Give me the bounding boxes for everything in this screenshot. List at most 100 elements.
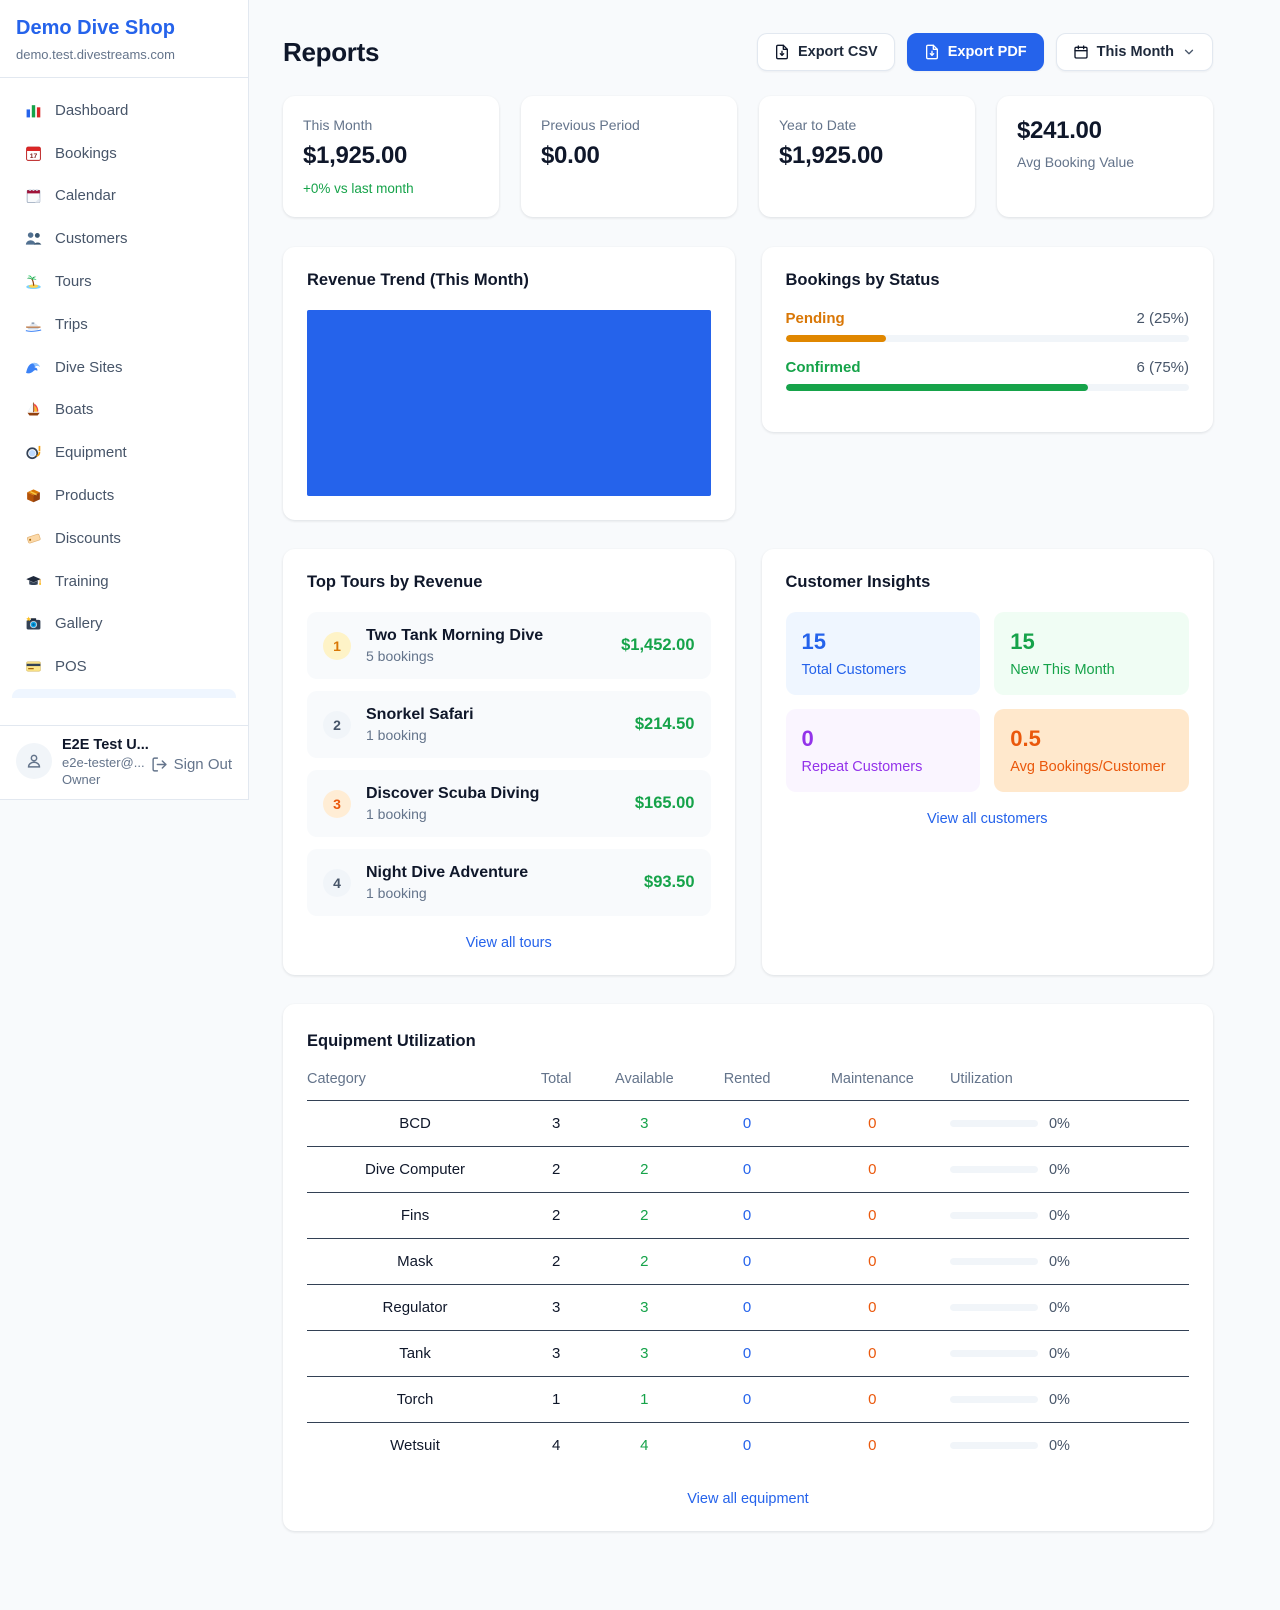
status-count: 6 (75%) — [1136, 359, 1189, 376]
sidebar-item-gallery[interactable]: Gallery — [12, 603, 236, 646]
cell-available: 2 — [589, 1193, 699, 1239]
sidebar-item-equipment[interactable]: Equipment — [12, 431, 236, 474]
sidebar-item-training[interactable]: Training — [12, 560, 236, 603]
charts-row: Revenue Trend (This Month) Bookings by S… — [283, 247, 1213, 520]
bookings-by-status-card: Bookings by Status Pending 2 (25%) Confi… — [762, 247, 1214, 432]
sidebar-item-calendar[interactable]: Calendar — [12, 175, 236, 218]
sidebar-item-discounts[interactable]: Discounts — [12, 517, 236, 560]
cell-total: 3 — [523, 1285, 589, 1331]
cell-maintenance: 0 — [795, 1331, 950, 1377]
utilization-bar — [950, 1442, 1038, 1449]
revenue-trend-card: Revenue Trend (This Month) — [283, 247, 735, 520]
page-title: Reports — [283, 37, 379, 68]
column-header-available: Available — [589, 1071, 699, 1101]
sidebar-item-products[interactable]: Products — [12, 474, 236, 517]
rank-badge: 1 — [323, 632, 351, 660]
sign-out-button[interactable]: Sign Out — [151, 756, 232, 773]
insight-label: New This Month — [1010, 662, 1173, 678]
cell-rented: 0 — [699, 1147, 794, 1193]
stat-value: $0.00 — [541, 142, 717, 170]
stat-value: $1,925.00 — [303, 142, 479, 170]
sailboat-icon — [24, 401, 42, 419]
utilization-bar — [950, 1212, 1038, 1219]
period-dropdown[interactable]: This Month — [1056, 33, 1213, 71]
cell-utilization: 0% — [950, 1331, 1189, 1377]
sidebar-item-label: Equipment — [55, 444, 127, 461]
tour-row: 3 Discover Scuba Diving 1 booking $165.0… — [307, 770, 711, 837]
table-row: Tank 3 3 0 0 0% — [307, 1331, 1189, 1377]
brand-name[interactable]: Demo Dive Shop — [16, 17, 232, 40]
utilization-bar — [950, 1350, 1038, 1357]
logout-icon — [151, 756, 168, 773]
sidebar-item-tours[interactable]: Tours — [12, 260, 236, 303]
camera-icon — [24, 615, 42, 633]
export-pdf-label: Export PDF — [948, 44, 1027, 60]
view-all-equipment-link[interactable]: View all equipment — [307, 1491, 1189, 1507]
credit-card-icon — [24, 658, 42, 676]
chevron-down-icon — [1182, 45, 1196, 59]
speedboat-icon — [24, 315, 42, 333]
status-count: 2 (25%) — [1136, 310, 1189, 327]
status-row-confirmed: Confirmed 6 (75%) — [786, 359, 1190, 391]
bookings-by-status-title: Bookings by Status — [786, 271, 1190, 290]
sidebar-item-trips[interactable]: Trips — [12, 303, 236, 346]
sidebar-item-label: Dive Sites — [55, 359, 123, 376]
tag-icon — [24, 529, 42, 547]
revenue-trend-title: Revenue Trend (This Month) — [307, 271, 711, 290]
user-role: Owner — [62, 772, 141, 787]
view-all-customers-link[interactable]: View all customers — [786, 811, 1190, 827]
rank-badge: 3 — [323, 790, 351, 818]
utilization-bar — [950, 1304, 1038, 1311]
table-row: Wetsuit 4 4 0 0 0% — [307, 1423, 1189, 1469]
view-all-tours-link[interactable]: View all tours — [307, 935, 711, 951]
people-icon — [24, 230, 42, 248]
insight-number: 15 — [802, 629, 965, 655]
export-csv-button[interactable]: Export CSV — [757, 33, 895, 71]
tour-row: 1 Two Tank Morning Dive 5 bookings $1,45… — [307, 612, 711, 679]
cell-category: Regulator — [307, 1285, 523, 1331]
insight-tile-total-customers: 15 Total Customers — [786, 612, 981, 695]
cell-rented: 0 — [699, 1377, 794, 1423]
tour-row: 4 Night Dive Adventure 1 booking $93.50 — [307, 849, 711, 916]
cell-category: Wetsuit — [307, 1423, 523, 1469]
cell-maintenance: 0 — [795, 1101, 950, 1147]
cell-utilization: 0% — [950, 1101, 1189, 1147]
sidebar-item-dashboard[interactable]: Dashboard — [12, 89, 236, 132]
tour-row: 2 Snorkel Safari 1 booking $214.50 — [307, 691, 711, 758]
insight-number: 0.5 — [1010, 726, 1173, 752]
stat-label: Year to Date — [779, 117, 955, 133]
cell-category: Mask — [307, 1239, 523, 1285]
cell-utilization: 0% — [950, 1377, 1189, 1423]
sidebar-item-pos[interactable]: POS — [12, 645, 236, 688]
sidebar-item-boats[interactable]: Boats — [12, 389, 236, 432]
status-label: Pending — [786, 310, 845, 327]
stat-card-year-to-date: Year to Date $1,925.00 — [759, 96, 975, 217]
rank-badge: 2 — [323, 711, 351, 739]
cell-rented: 0 — [699, 1423, 794, 1469]
sidebar-item-label: Products — [55, 487, 114, 504]
sidebar-item-customers[interactable]: Customers — [12, 217, 236, 260]
export-pdf-button[interactable]: Export PDF — [907, 33, 1044, 71]
column-header-maintenance: Maintenance — [795, 1071, 950, 1101]
cell-maintenance: 0 — [795, 1147, 950, 1193]
column-header-category: Category — [307, 1071, 523, 1101]
sidebar-item-partial-active[interactable] — [12, 689, 236, 698]
insight-tile-repeat-customers: 0 Repeat Customers — [786, 709, 981, 792]
utilization-bar — [950, 1396, 1038, 1403]
cell-available: 3 — [589, 1285, 699, 1331]
sidebar-item-label: Calendar — [55, 187, 116, 204]
sidebar-item-bookings[interactable]: 17 Bookings — [12, 132, 236, 175]
stat-label: Previous Period — [541, 117, 717, 133]
sidebar-item-dive-sites[interactable]: Dive Sites — [12, 346, 236, 389]
table-row: Dive Computer 2 2 0 0 0% — [307, 1147, 1189, 1193]
sidebar-item-label: Dashboard — [55, 102, 128, 119]
cell-utilization: 0% — [950, 1285, 1189, 1331]
cell-category: BCD — [307, 1101, 523, 1147]
customer-insights-title: Customer Insights — [786, 573, 1190, 592]
table-row: Torch 1 1 0 0 0% — [307, 1377, 1189, 1423]
table-row: BCD 3 3 0 0 0% — [307, 1101, 1189, 1147]
cell-utilization: 0% — [950, 1239, 1189, 1285]
cell-category: Fins — [307, 1193, 523, 1239]
export-csv-label: Export CSV — [798, 44, 878, 60]
cell-maintenance: 0 — [795, 1423, 950, 1469]
